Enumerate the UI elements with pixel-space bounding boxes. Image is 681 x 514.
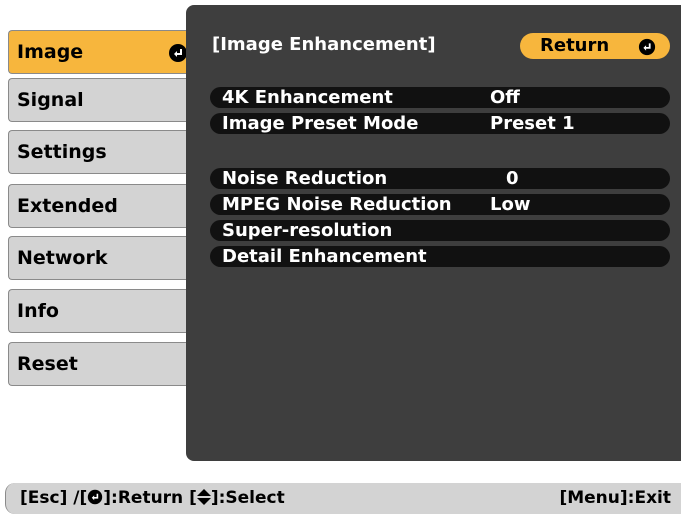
option-value: Preset 1 [490, 113, 575, 134]
menu-item-label: Info [17, 300, 59, 322]
enter-icon [638, 38, 656, 56]
enter-icon [88, 489, 103, 505]
menu-item-network[interactable]: Network [8, 236, 196, 280]
option-value: Off [490, 87, 520, 108]
option-4k-enhancement[interactable]: 4K Enhancement Off [210, 87, 670, 108]
menu-item-extended[interactable]: Extended [8, 184, 196, 228]
return-label: Return [540, 35, 610, 56]
option-detail-enhancement[interactable]: Detail Enhancement [210, 246, 670, 267]
menu-item-info[interactable]: Info [8, 289, 196, 333]
option-label: Super-resolution [222, 220, 393, 241]
menu-item-label: Network [17, 247, 108, 269]
option-image-preset-mode[interactable]: Image Preset Mode Preset 1 [210, 113, 670, 134]
menu-item-label: Image [17, 41, 84, 63]
menu-item-label: Signal [17, 89, 84, 111]
up-down-arrow-icon [196, 489, 211, 505]
option-value: Low [490, 194, 531, 215]
option-label: 4K Enhancement [222, 87, 393, 108]
option-value: 0 [506, 168, 519, 189]
help-bar: [Esc] /[ ]:Return [ ]:Select [Menu]:Exit [5, 483, 681, 514]
option-label: Detail Enhancement [222, 246, 427, 267]
menu-item-reset[interactable]: Reset [8, 342, 196, 386]
menu-item-settings[interactable]: Settings [8, 130, 196, 174]
return-button[interactable]: Return [520, 33, 670, 59]
option-mpeg-noise-reduction[interactable]: MPEG Noise Reduction Low [210, 194, 670, 215]
menu-item-label: Settings [17, 141, 107, 163]
option-label: MPEG Noise Reduction [222, 194, 452, 215]
menu-item-signal[interactable]: Signal [8, 78, 196, 122]
enter-icon [169, 44, 187, 62]
help-exit-text: [Menu]:Exit [559, 488, 671, 508]
option-label: Noise Reduction [222, 168, 388, 189]
menu-item-image[interactable]: Image [8, 30, 196, 74]
help-return-text: ]:Return [ [103, 488, 197, 508]
option-noise-reduction[interactable]: Noise Reduction 0 [210, 168, 670, 189]
menu-item-label: Reset [17, 353, 78, 375]
help-select-text: ]:Select [210, 488, 285, 508]
option-super-resolution[interactable]: Super-resolution [210, 220, 670, 241]
panel-title: [Image Enhancement] [212, 34, 436, 55]
menu-item-label: Extended [17, 195, 118, 217]
option-label: Image Preset Mode [222, 113, 419, 134]
help-esc-text: [Esc] /[ [20, 488, 88, 508]
